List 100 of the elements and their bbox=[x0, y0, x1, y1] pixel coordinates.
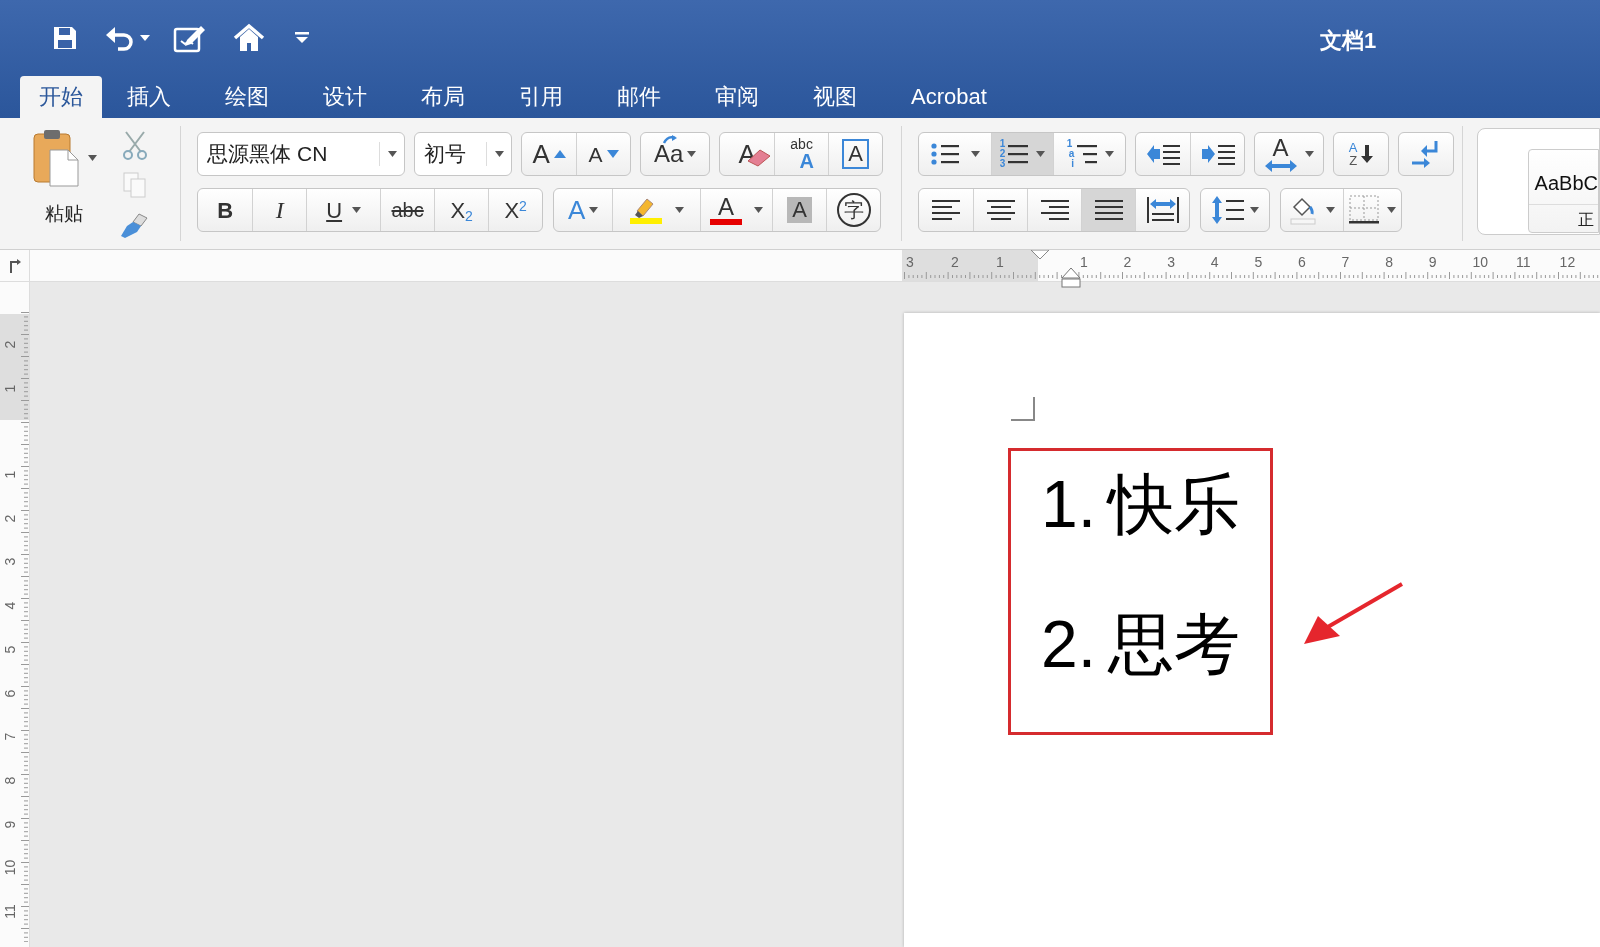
ruler-number: 5 bbox=[1254, 253, 1263, 272]
up-triangle-icon bbox=[553, 150, 566, 158]
copy-icon bbox=[122, 171, 148, 199]
align-justify-button[interactable] bbox=[1081, 189, 1136, 231]
font-color-button[interactable]: A bbox=[700, 189, 773, 231]
ruler-number: 6 bbox=[1298, 253, 1306, 272]
subscript-button[interactable]: X$_{2}$ bbox=[434, 189, 489, 231]
distribute-icon bbox=[1146, 197, 1179, 223]
ribbon-tab[interactable]: 开始 bbox=[20, 76, 102, 118]
paint-bucket-icon bbox=[1289, 195, 1316, 225]
indent-icon bbox=[1200, 143, 1235, 165]
ribbon-tab[interactable]: 视图 bbox=[794, 76, 876, 118]
caret-icon bbox=[754, 207, 764, 213]
line-spacing-icon bbox=[1211, 196, 1244, 224]
ruler-number: 7 bbox=[1341, 253, 1350, 272]
font-name-dropdown[interactable]: 思源黑体 CN bbox=[197, 132, 406, 176]
ruler-number: 1 bbox=[996, 253, 1004, 272]
window-title: 文档1 bbox=[1320, 27, 1377, 55]
home-icon bbox=[233, 23, 265, 53]
double-arrow-icon bbox=[1264, 160, 1297, 172]
font-size-dropdown[interactable]: 初号 bbox=[414, 132, 513, 176]
caret-icon bbox=[1304, 151, 1314, 157]
scissors-icon bbox=[121, 130, 149, 160]
text-direction-button[interactable]: A bbox=[1255, 133, 1324, 175]
ribbon-tab[interactable]: 邮件 bbox=[598, 76, 680, 118]
caret-icon bbox=[352, 207, 362, 213]
ruler-number: 2 bbox=[951, 253, 959, 272]
align-center-icon bbox=[986, 198, 1015, 222]
character-border-button[interactable]: A bbox=[828, 133, 883, 175]
color-bar bbox=[710, 219, 743, 225]
ruler-number: 1 bbox=[1080, 253, 1088, 272]
phonetic-guide-button[interactable]: abc A bbox=[774, 133, 829, 175]
ribbon-tab[interactable]: 插入 bbox=[108, 76, 190, 118]
save-icon bbox=[51, 24, 79, 52]
caret-icon bbox=[1325, 207, 1335, 213]
ruler-number: 3 bbox=[0, 557, 19, 568]
caret-icon bbox=[295, 32, 309, 44]
down-arrow-icon bbox=[1361, 145, 1374, 163]
ribbon-tab[interactable]: 引用 bbox=[500, 76, 582, 118]
margin-corner-mark bbox=[1011, 397, 1035, 421]
list-number: 2. bbox=[1041, 606, 1097, 683]
style-preview-item[interactable]: AaBbC 正 bbox=[1527, 149, 1599, 233]
italic-button[interactable]: I bbox=[252, 189, 307, 231]
list-number: 1. bbox=[1041, 466, 1097, 543]
ruler-number: 1 bbox=[0, 383, 19, 395]
bullet-list-icon bbox=[930, 142, 961, 166]
down-triangle-icon bbox=[606, 150, 619, 158]
ruler-number: 3 bbox=[1167, 253, 1175, 272]
caret-icon bbox=[1036, 151, 1046, 157]
clipboard-icon bbox=[31, 128, 82, 188]
ruler-number: 8 bbox=[0, 775, 19, 787]
ribbon-tab[interactable]: 审阅 bbox=[696, 76, 778, 118]
strikethrough-button[interactable]: abc bbox=[380, 189, 435, 231]
ruler-number: 8 bbox=[1385, 253, 1393, 272]
paste-button[interactable]: 粘贴 bbox=[24, 128, 104, 236]
caret-icon bbox=[1387, 207, 1397, 213]
caret-icon bbox=[970, 151, 980, 157]
grow-font-button[interactable]: A bbox=[522, 133, 577, 175]
list-item-text: 快乐 bbox=[1108, 466, 1241, 543]
caret-icon bbox=[1105, 151, 1115, 157]
ribbon-tab[interactable]: Acrobat bbox=[892, 76, 1006, 118]
ruler-number: 9 bbox=[0, 819, 19, 830]
ribbon-tab[interactable]: 布局 bbox=[402, 76, 484, 118]
shrink-font-button[interactable]: A bbox=[576, 133, 631, 175]
ribbon-tab[interactable]: 绘图 bbox=[206, 76, 288, 118]
ruler-number: 10 bbox=[1472, 253, 1488, 272]
curved-arrow-icon bbox=[661, 134, 678, 144]
align-justify-icon bbox=[1094, 198, 1123, 222]
lines-icon bbox=[1008, 142, 1029, 166]
underline-button[interactable]: U bbox=[306, 189, 381, 231]
ruler-number: 11 bbox=[0, 903, 19, 921]
outdent-icon bbox=[1146, 143, 1181, 165]
character-shading-button[interactable]: A bbox=[772, 189, 827, 231]
corner-tab-icon bbox=[8, 258, 21, 273]
multilevel-button[interactable]: 1 a i bbox=[1053, 133, 1126, 175]
align-right-icon bbox=[1040, 198, 1069, 222]
caret-icon bbox=[687, 151, 697, 157]
borders-icon bbox=[1349, 195, 1380, 225]
caret-icon bbox=[675, 207, 685, 213]
ruler-number: 4 bbox=[1210, 253, 1219, 272]
ruler-number: 12 bbox=[1559, 253, 1576, 272]
ribbon-tab[interactable]: 设计 bbox=[304, 76, 386, 118]
ruler-number: 6 bbox=[0, 688, 19, 699]
caret-icon bbox=[87, 155, 97, 161]
ruler-number: 5 bbox=[0, 644, 19, 656]
sort-button[interactable]: A Z bbox=[1334, 133, 1389, 175]
change-case-button[interactable]: Aa bbox=[641, 133, 710, 175]
ruler-number: 9 bbox=[1428, 253, 1437, 272]
caret-icon bbox=[140, 35, 150, 41]
ruler-number: 2 bbox=[0, 339, 19, 351]
ruler-number: 3 bbox=[906, 253, 914, 272]
ruler-number: 1 bbox=[0, 469, 19, 481]
superscript-button[interactable]: X$^{2}$ bbox=[488, 189, 543, 231]
list-item-text: 思考 bbox=[1108, 606, 1241, 683]
document-pen-icon bbox=[173, 23, 207, 53]
caret-icon bbox=[589, 207, 599, 213]
bold-button[interactable]: B bbox=[198, 189, 253, 231]
arrow-icon bbox=[1304, 582, 1404, 646]
lines-icon bbox=[1077, 142, 1098, 166]
ruler-number: 7 bbox=[0, 731, 19, 743]
